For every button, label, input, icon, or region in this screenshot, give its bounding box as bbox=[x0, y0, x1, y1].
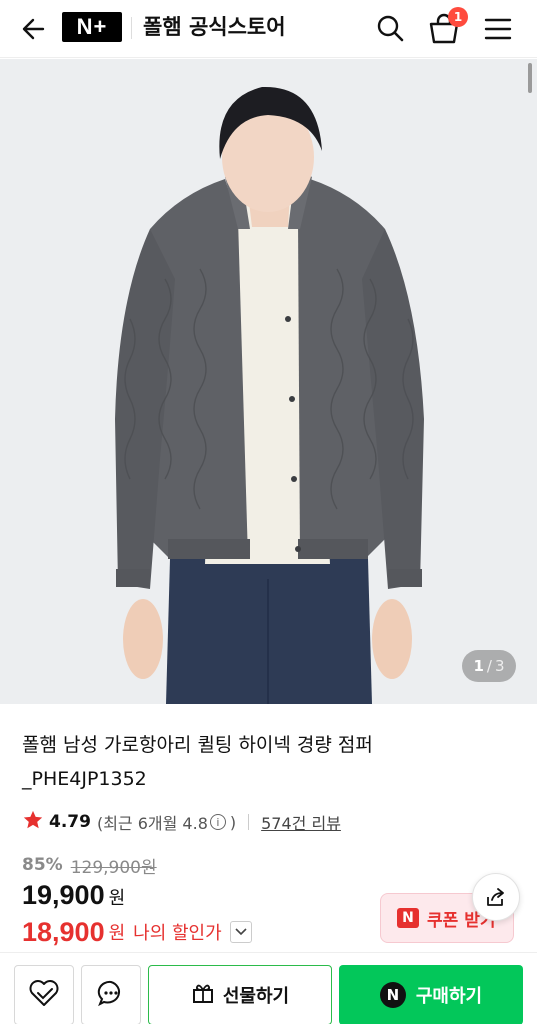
discount-rate: 85% bbox=[22, 855, 63, 875]
my-price: 18,900 bbox=[22, 916, 105, 947]
product-title-line1: 폴햄 남성 가로항아리 퀼팅 하이넥 경량 점퍼 bbox=[22, 734, 373, 756]
my-price-currency: 원 bbox=[108, 923, 126, 944]
nplus-logo[interactable]: N+ bbox=[62, 12, 122, 42]
discount-row: 85% 129,900원 bbox=[22, 852, 157, 878]
store-title[interactable]: 폴햄 공식스토어 bbox=[143, 12, 286, 42]
info-icon[interactable]: i bbox=[209, 814, 226, 830]
original-price: 129,900원 bbox=[70, 857, 157, 878]
my-price-row[interactable]: 18,900 원 나의 할인가 bbox=[22, 915, 252, 949]
gift-icon bbox=[191, 981, 215, 1010]
image-pager: 1 / 3 bbox=[462, 650, 516, 682]
naver-pay-badge: N bbox=[379, 982, 406, 1008]
product-title: 폴햄 남성 가로항아리 퀼팅 하이넥 경량 점퍼 _PHE4JP1352 bbox=[22, 728, 512, 796]
chevron-down-icon[interactable] bbox=[229, 921, 252, 943]
product-title-line2: _PHE4JP1352 bbox=[22, 768, 147, 790]
pager-separator: / bbox=[486, 657, 492, 675]
rating-row: 4.79 (최근 6개월 4.8 i ) 574건 리뷰 bbox=[22, 808, 341, 836]
hamburger-menu-icon[interactable] bbox=[482, 13, 514, 45]
gift-button[interactable]: 선물하기 bbox=[148, 965, 332, 1024]
recent-rating: (최근 6개월 4.8 bbox=[96, 814, 208, 833]
wishlist-button[interactable] bbox=[14, 965, 74, 1024]
sale-price-row: 19,900 원 bbox=[22, 880, 125, 916]
talk-button[interactable] bbox=[81, 965, 141, 1024]
bottom-action-bar: 선물하기 N 구매하기 bbox=[0, 952, 537, 1024]
scrollbar[interactable] bbox=[528, 63, 532, 93]
heart-check-icon bbox=[28, 978, 60, 1012]
pager-current: 1 bbox=[473, 657, 484, 675]
buy-button[interactable]: N 구매하기 bbox=[339, 965, 523, 1024]
sale-price: 19,900 bbox=[22, 880, 105, 910]
back-arrow-icon[interactable] bbox=[16, 13, 48, 45]
search-icon[interactable] bbox=[372, 10, 408, 46]
rating-divider bbox=[248, 814, 250, 830]
cart-count-badge: 1 bbox=[448, 7, 468, 27]
rating-score: 4.79 bbox=[49, 812, 91, 832]
star-icon bbox=[22, 809, 49, 835]
recent-rating-close: ) bbox=[229, 812, 237, 832]
review-count-link[interactable]: 574건 리뷰 bbox=[261, 810, 341, 834]
product-image[interactable] bbox=[0, 59, 537, 704]
my-price-label: 나의 할인가 bbox=[133, 923, 222, 944]
coupon-n-badge: N bbox=[397, 908, 419, 928]
sale-price-currency: 원 bbox=[108, 888, 126, 909]
app-header: N+ 폴햄 공식스토어 1 bbox=[0, 0, 537, 58]
buy-label: 구매하기 bbox=[415, 986, 483, 1007]
chat-bubble-icon bbox=[96, 978, 126, 1012]
gift-label: 선물하기 bbox=[222, 986, 290, 1007]
header-divider bbox=[131, 17, 132, 39]
share-icon[interactable] bbox=[472, 873, 520, 921]
pager-total: 3 bbox=[494, 657, 505, 675]
